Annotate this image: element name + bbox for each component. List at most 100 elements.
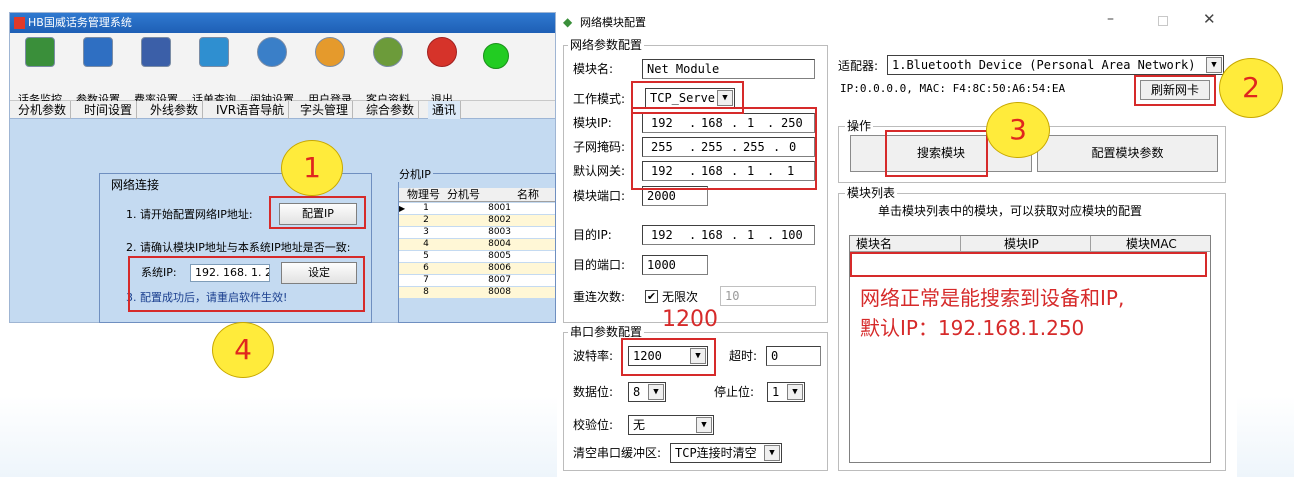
highlight-ip-fields xyxy=(631,107,817,190)
subnet-mask-label: 子网掩码: xyxy=(573,140,626,154)
header-extension-no[interactable]: 分机号 xyxy=(447,188,480,202)
app-logo-icon xyxy=(14,17,25,29)
dest-ip-input[interactable]: 192. 168. 1. 100 xyxy=(642,225,815,245)
tab-extension-params[interactable]: 分机参数 xyxy=(14,101,72,119)
annotation-note-line2: 默认IP：192.168.1.250 xyxy=(860,316,1085,340)
parity-select[interactable]: 无 ▼ xyxy=(628,415,714,435)
cell-phys: 5 xyxy=(423,251,429,261)
baud-rate-note: 1200 xyxy=(662,307,718,332)
highlight-baud-rate xyxy=(621,338,716,376)
stop-bits-value: 1 xyxy=(772,385,780,399)
toolbar-customers-button[interactable]: 客户资料 xyxy=(360,37,416,106)
tab-time-settings[interactable]: 时间设置 xyxy=(80,101,138,119)
chevron-down-icon: ▼ xyxy=(1206,57,1222,73)
header-module-mac[interactable]: 模块MAC xyxy=(1126,236,1177,252)
table-row[interactable]: 3 8003 xyxy=(399,227,555,238)
clear-buffer-select[interactable]: TCP连接时清空 ▼ xyxy=(670,443,782,463)
monitor-icon xyxy=(25,37,55,67)
module-name-input[interactable]: Net Module xyxy=(642,59,815,79)
cell-ext: 8007 xyxy=(488,275,511,285)
toolbar-login-button[interactable]: 用户登录 xyxy=(302,37,358,106)
clear-buffer-value: TCP连接时清空 xyxy=(675,446,757,460)
tab-communication[interactable]: 通讯 xyxy=(428,101,462,119)
table-row[interactable]: 8 8008 xyxy=(399,287,555,298)
header-physical-no[interactable]: 物理号 xyxy=(407,188,440,202)
toolbar-alarm-button[interactable]: 闹钟设置 xyxy=(244,37,300,106)
maximize-button[interactable] xyxy=(1158,16,1168,26)
alarm-icon xyxy=(257,37,287,67)
header-module-ip[interactable]: 模块IP xyxy=(1004,236,1039,252)
minimize-button[interactable]: – xyxy=(1107,11,1114,27)
header-module-name[interactable]: 模块名 xyxy=(856,236,892,252)
extension-table-header: 物理号 分机号 名称 xyxy=(399,188,555,202)
module-port-label: 模块端口: xyxy=(573,189,626,203)
row-pointer-icon: ▶ xyxy=(399,204,406,213)
tab-general-params[interactable]: 综合参数 xyxy=(362,101,420,119)
main-window-title: HB国威话务管理系统 xyxy=(28,16,132,29)
header-name[interactable]: 名称 xyxy=(517,188,539,202)
data-bits-select[interactable]: 8 ▼ xyxy=(628,382,666,402)
parity-label: 校验位: xyxy=(573,418,614,432)
main-toolbar: 话务监控 参数设置 费率设置 话单查询 闹钟设置 用户登录 客户资料 退出 xyxy=(10,33,555,106)
cell-ext: 8003 xyxy=(488,227,511,237)
highlight-search-module xyxy=(885,130,988,177)
module-ip-label: 模块IP: xyxy=(573,116,612,130)
annotation-badge-1: 1 xyxy=(281,140,343,196)
main-tab-bar: 分机参数 时间设置 外线参数 IVR语音导航 字头管理 综合参数 通讯 xyxy=(10,101,555,119)
toolbar-exit-button[interactable]: 退出 xyxy=(414,37,470,106)
toolbar-monitor-button[interactable]: 话务监控 xyxy=(12,37,68,106)
cell-ext: 8004 xyxy=(488,239,511,249)
cell-phys: 7 xyxy=(423,275,429,285)
window-app-icon: ◆ xyxy=(563,15,573,29)
baud-rate-label: 波特率: xyxy=(573,349,614,363)
timeout-input[interactable]: 0 xyxy=(766,346,821,366)
chevron-down-icon: ▼ xyxy=(696,417,712,433)
chevron-down-icon: ▼ xyxy=(787,384,803,400)
step1-text: 1. 请开始配置网络IP地址: xyxy=(126,208,253,221)
users-icon xyxy=(315,37,345,67)
adapter-select[interactable]: 1.Bluetooth Device (Personal Area Networ… xyxy=(887,55,1224,75)
ip-mac-text: IP:0.0.0.0, MAC: F4:8C:50:A6:54:EA xyxy=(840,82,1066,95)
highlight-refresh-adapter xyxy=(1134,75,1216,106)
dest-port-input[interactable]: 1000 xyxy=(642,255,708,275)
screenshot-stage: HB国威话务管理系统 话务监控 参数设置 费率设置 话单查询 闹钟设置 用户登录… xyxy=(0,0,1294,477)
ip-octet: 192 xyxy=(651,228,673,242)
stop-bits-select[interactable]: 1 ▼ xyxy=(767,382,805,402)
network-params-title: 网络参数配置 xyxy=(568,38,645,52)
dest-port-label: 目的端口: xyxy=(573,258,626,272)
tab-ivr-navigation[interactable]: IVR语音导航 xyxy=(212,101,290,119)
query-icon xyxy=(199,37,229,67)
configure-module-button[interactable]: 配置模块参数 xyxy=(1037,135,1218,172)
cell-ext: 8001 xyxy=(488,203,511,213)
toolbar-query-button[interactable]: 话单查询 xyxy=(186,37,242,106)
cell-phys: 3 xyxy=(423,227,429,237)
table-row[interactable]: ▶ 1 8001 xyxy=(399,203,555,214)
table-row[interactable]: 5 8005 xyxy=(399,251,555,262)
exit-icon xyxy=(427,37,457,67)
cell-phys: 2 xyxy=(423,215,429,225)
serial-params-title: 串口参数配置 xyxy=(568,325,645,339)
work-mode-label: 工作模式: xyxy=(573,92,626,106)
ip-octet: 1 xyxy=(747,228,755,242)
close-button[interactable]: ✕ xyxy=(1203,11,1216,27)
table-row[interactable]: 6 8006 xyxy=(399,263,555,274)
adapter-value: 1.Bluetooth Device (Personal Area Networ… xyxy=(892,58,1196,72)
toolbar-rate-button[interactable]: 费率设置 xyxy=(128,37,184,106)
table-row[interactable]: 2 8002 xyxy=(399,215,555,226)
table-row[interactable]: 4 8004 xyxy=(399,239,555,250)
toolbar-params-button[interactable]: 参数设置 xyxy=(70,37,126,106)
unlimited-label: 无限次 xyxy=(662,290,699,304)
extension-ip-title: 分机IP xyxy=(397,168,433,182)
tab-trunk-params[interactable]: 外线参数 xyxy=(146,101,204,119)
tab-prefix-management[interactable]: 字头管理 xyxy=(296,101,354,119)
cell-ext: 8002 xyxy=(488,215,511,225)
table-row[interactable]: 7 8007 xyxy=(399,275,555,286)
operations-title: 操作 xyxy=(845,119,874,133)
reconnect-count-input[interactable]: 10 xyxy=(720,286,816,306)
module-window-title: 网络模块配置 xyxy=(580,16,646,29)
adapter-label: 适配器: xyxy=(838,59,879,73)
parity-value: 无 xyxy=(633,418,646,432)
unlimited-checkbox[interactable]: ✔ xyxy=(645,290,658,303)
timeout-label: 超时: xyxy=(729,349,758,363)
annotation-note-line1: 网络正常是能搜索到设备和IP, xyxy=(860,286,1125,310)
